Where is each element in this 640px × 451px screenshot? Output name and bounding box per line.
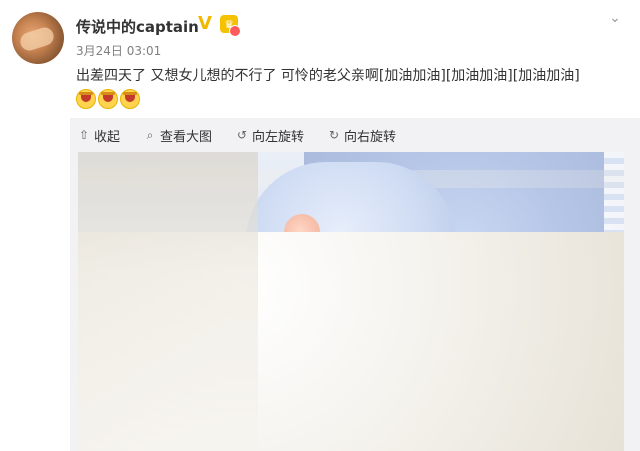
- chevron-down-icon[interactable]: ⌄: [606, 10, 624, 26]
- username[interactable]: 传说中的captain: [76, 16, 199, 37]
- rotate-right-icon: ↻: [329, 128, 340, 142]
- rotate-left-label: 向左旋转: [252, 129, 305, 145]
- emoji-row: [76, 89, 140, 109]
- avatar[interactable]: [12, 12, 64, 64]
- post-image[interactable]: [78, 152, 624, 451]
- rotate-left-icon: ↺: [237, 128, 248, 142]
- rotate-left-button[interactable]: ↺ 向左旋转: [236, 126, 304, 145]
- rotate-right-label: 向右旋转: [344, 129, 397, 145]
- badge-dot: [229, 25, 241, 37]
- view-large-label: 查看大图: [160, 129, 213, 145]
- collapse-icon: ⇧: [78, 128, 90, 142]
- rotate-right-button[interactable]: ↻ 向右旋转: [328, 126, 396, 145]
- emoji-icon: [76, 89, 96, 109]
- post-text: 出差四天了 又想女儿想的不行了 可怜的老父亲啊[加油加油][加油加油][加油加油…: [76, 68, 580, 84]
- emoji-icon: [120, 89, 140, 109]
- view-large-button[interactable]: ⌕ 查看大图: [144, 126, 212, 145]
- image-toolbar: ⇧ 收起 ⌕ 查看大图 ↺ 向左旋转 ↻ 向右旋转: [70, 118, 640, 152]
- emoji-icon: [98, 89, 118, 109]
- media-panel: ⇧ 收起 ⌕ 查看大图 ↺ 向左旋转 ↻ 向右旋转: [70, 118, 640, 451]
- post-timestamp[interactable]: 3月24日 03:01: [76, 42, 161, 59]
- photo-duvet-shadow: [78, 152, 258, 451]
- search-icon: ⌕: [146, 127, 154, 142]
- collapse-button[interactable]: ⇧ 收起: [78, 126, 120, 145]
- collapse-label: 收起: [94, 129, 121, 145]
- verified-badge: V: [198, 13, 212, 34]
